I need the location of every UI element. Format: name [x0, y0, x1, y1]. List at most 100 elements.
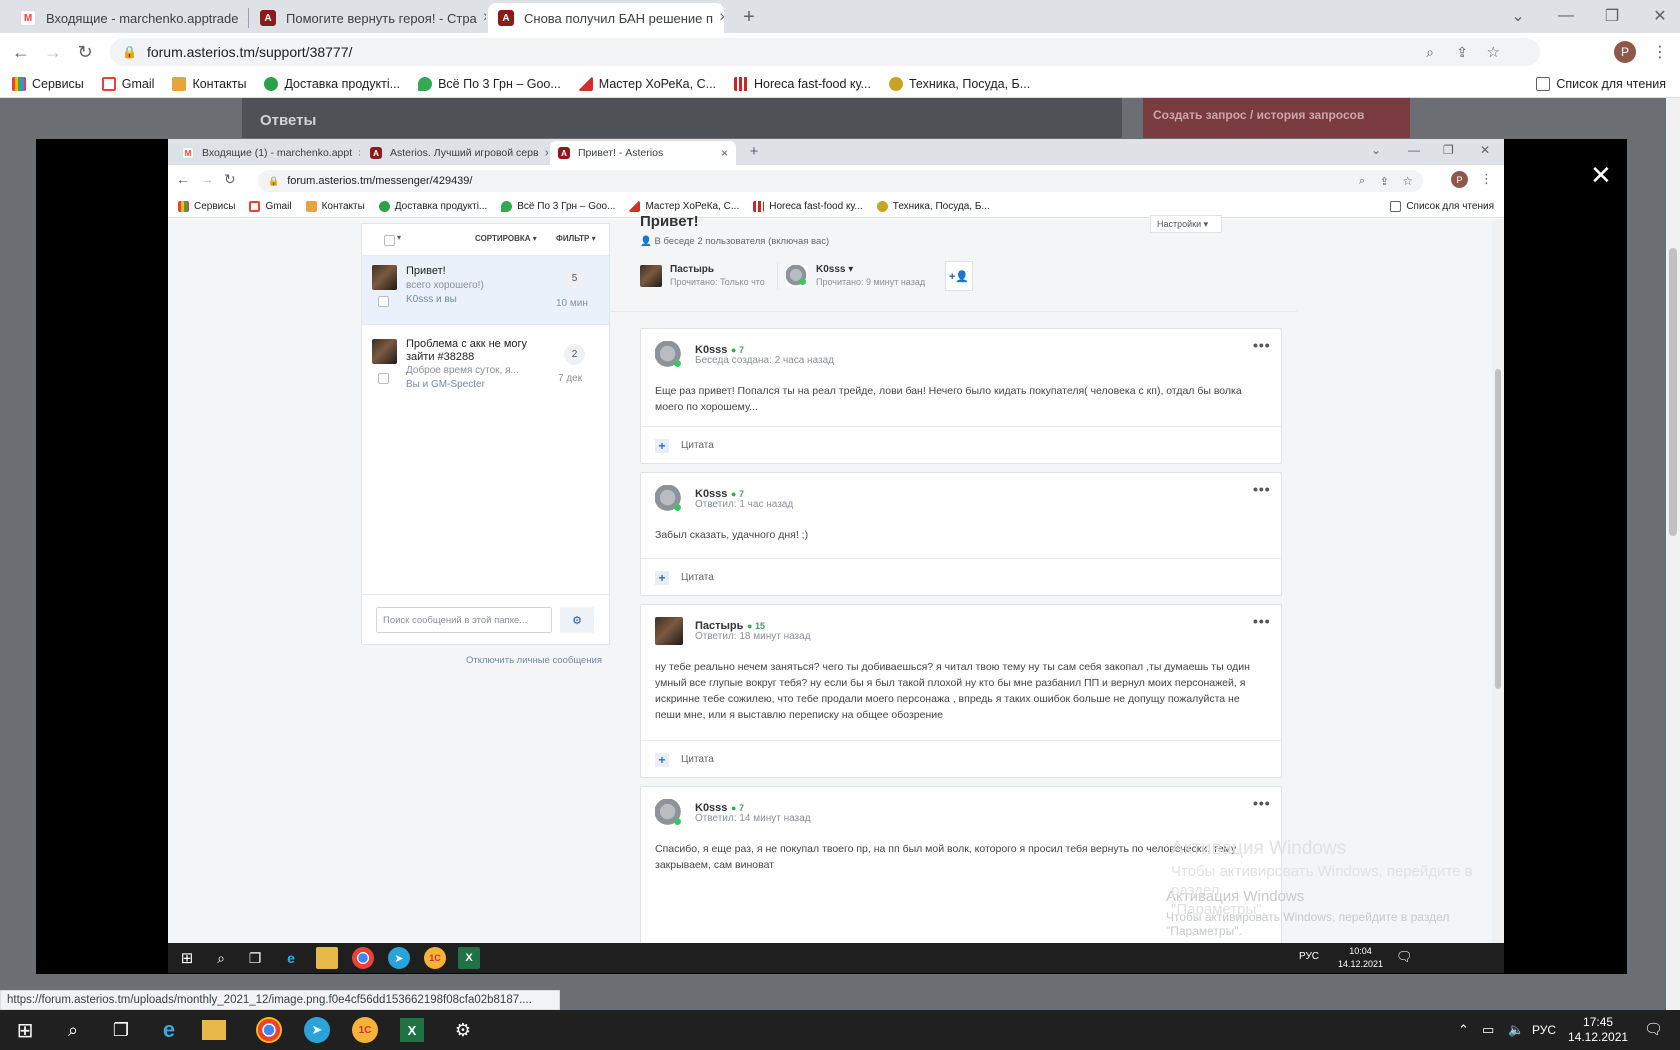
1c-icon: 1С — [424, 947, 446, 969]
reputation-badge: ● 7 — [731, 489, 744, 499]
conversation-title: Привет! — [406, 265, 446, 277]
bookmark-horeca-fastfood[interactable]: Horeca fast-food ку... — [734, 76, 871, 91]
search-icon[interactable]: ⌕ — [58, 1016, 88, 1044]
lock-icon: 🔒 — [122, 45, 137, 59]
zoom-icon[interactable]: ⌕ — [1426, 44, 1434, 61]
select-all-checkbox — [384, 235, 395, 246]
bookmark-maps[interactable]: Всё По 3 Грн – Goo... — [418, 76, 561, 91]
forward-icon: → — [200, 171, 214, 187]
avatar — [372, 265, 397, 290]
outer-tab-ban[interactable]: A Снова получил БАН решение п × — [488, 3, 724, 33]
excel-icon: X — [458, 947, 480, 969]
share-icon[interactable]: ⇪ — [1456, 44, 1468, 61]
inner-tab-privet: A Привет! - Asterios × — [550, 141, 736, 165]
reading-list-icon — [1390, 200, 1402, 212]
message-meta: Ответил: 1 час назад — [695, 499, 794, 510]
language-indicator[interactable]: РУС — [1532, 1023, 1556, 1037]
network-icon[interactable]: ▭ — [1482, 1022, 1494, 1038]
task-view-icon[interactable]: ❐ — [106, 1016, 136, 1044]
message-author: K0sss ● 7 — [695, 802, 744, 814]
restore-icon[interactable]: ❐ — [1602, 6, 1622, 26]
more-options-icon: ••• — [1253, 481, 1271, 497]
close-tab-icon[interactable]: × — [713, 9, 724, 27]
close-tab-icon[interactable]: × — [238, 9, 246, 27]
list-toolbar: ▾ СОРТИРОВКА ▾ ФИЛЬТР ▾ — [362, 224, 609, 256]
lock-icon: 🔒 — [268, 175, 280, 186]
filter-dropdown: ФИЛЬТР ▾ — [556, 234, 596, 243]
plus-icon: + — [655, 438, 669, 453]
minimize-icon: — — [1408, 143, 1420, 157]
telegram-icon[interactable]: ➤ — [304, 1017, 330, 1043]
outer-tab-help-hero[interactable]: A Помогите вернуть героя! - Стра × — [250, 3, 486, 33]
1c-icon[interactable]: 1С — [352, 1017, 378, 1043]
message-footer: + Цитата — [641, 740, 1281, 778]
support-request-button[interactable]: Создать запрос / история запросов — [1143, 98, 1410, 138]
message-card: K0sss ● 7 Беседа создана: 2 часа назад •… — [640, 328, 1282, 464]
notifications-icon: 🗨 — [1396, 949, 1413, 964]
page-scrollbar[interactable] — [1666, 98, 1680, 1010]
tray-chevron-icon[interactable]: ⌃ — [1458, 1022, 1469, 1038]
close-window-icon[interactable]: ✕ — [1650, 6, 1670, 26]
message-footer: + Цитата — [641, 558, 1281, 596]
minimize-icon[interactable]: — — [1556, 6, 1576, 26]
tab-search-chevron-icon[interactable]: ⌄ — [1508, 6, 1528, 26]
conversation-time: 10 мин — [556, 298, 588, 309]
reload-icon[interactable]: ↻ — [74, 41, 96, 63]
language-indicator: РУС — [1299, 951, 1320, 962]
message-text: Забыл сказать, удачного дня! ;) — [655, 529, 809, 541]
outer-address-bar[interactable]: 🔒 forum.asterios.tm/support/38777/ ⌕ ⇪ ☆ — [110, 38, 1540, 66]
reload-icon: ↻ — [224, 171, 236, 187]
inner-address-bar: 🔒 forum.asterios.tm/messenger/429439/ ⌕ … — [258, 170, 1423, 192]
outer-tab-gmail[interactable]: M Входящие - marchenko.apptrade × — [10, 3, 246, 33]
quote-button: Цитата — [681, 754, 714, 765]
status-url-tooltip: https://forum.asterios.tm/uploads/monthl… — [0, 990, 560, 1010]
back-icon[interactable]: ← — [10, 41, 32, 63]
avatar — [372, 339, 397, 364]
internet-explorer-icon[interactable]: e — [154, 1016, 184, 1044]
message-author: K0sss ● 7 — [695, 344, 744, 356]
bookmark-contacts: Контакты — [305, 200, 365, 212]
bookmark-gmail[interactable]: Gmail — [101, 76, 154, 91]
participant-name: K0sss ▾ — [816, 264, 854, 275]
new-tab-icon[interactable]: + — [738, 6, 760, 28]
bookmark-master-horeca[interactable]: Мастер ХоРеКа, С... — [578, 76, 716, 91]
clock[interactable]: 17:45 14.12.2021 — [1568, 1015, 1628, 1045]
reading-list-icon — [1536, 76, 1551, 91]
settings-gear-icon[interactable]: ⚙ — [448, 1016, 478, 1044]
excel-icon[interactable]: X — [400, 1018, 424, 1042]
close-tab-icon[interactable]: × — [477, 9, 486, 27]
contacts-icon — [305, 200, 317, 212]
reading-list[interactable]: Список для чтения — [1536, 76, 1666, 91]
conversation-participants: K0sss и вы — [406, 294, 457, 305]
file-explorer-icon[interactable] — [202, 1020, 226, 1040]
bookmark-technika[interactable]: Техника, Посуда, Б... — [888, 76, 1030, 91]
profile-avatar[interactable]: P — [1614, 41, 1636, 63]
menu-kebab-icon[interactable]: ⋮ — [1650, 40, 1670, 64]
outer-taskbar: ⊞ ⌕ ❐ e ➤ 1С X ⚙ ⌃ ▭ 🔈 РУС 17:45 14.12.20… — [0, 1010, 1680, 1050]
message-card: Пастырь ● 15 Ответил: 18 минут назад •••… — [640, 604, 1282, 778]
bookmark-horeca-fastfood: Horeca fast-food ку... — [753, 200, 863, 212]
forward-icon[interactable]: → — [42, 41, 64, 63]
reputation-badge: ● 7 — [731, 345, 744, 355]
tab-search-chevron-icon: ⌄ — [1371, 143, 1382, 157]
chrome-icon — [352, 947, 374, 969]
star-icon[interactable]: ☆ — [1487, 43, 1500, 61]
bookmark-delivery[interactable]: Доставка продукті... — [264, 76, 400, 91]
bookmark-services[interactable]: Сервисы — [12, 76, 84, 91]
bookmark-contacts[interactable]: Контакты — [172, 76, 246, 91]
participant-name: Пастырь — [670, 264, 715, 275]
volume-icon[interactable]: 🔈 — [1508, 1022, 1524, 1038]
message-author: Пастырь ● 15 — [695, 620, 765, 632]
inner-tab-gmail: M Входящие (1) - marchenko.appt × — [174, 141, 360, 165]
fastfood-icon — [734, 76, 749, 91]
windows-start-icon[interactable]: ⊞ — [10, 1016, 40, 1044]
answers-heading: Ответы — [260, 112, 317, 129]
conversation-time: 7 дек — [558, 373, 583, 384]
asterios-icon: A — [260, 10, 276, 26]
participant-read-status: Прочитано: 9 минут назад — [816, 277, 926, 287]
lightbox-close-icon[interactable]: ✕ — [1590, 160, 1612, 191]
notifications-icon[interactable]: 🗨 — [1644, 1020, 1663, 1038]
bookmark-master-horeca: Мастер ХоРеКа, С... — [629, 200, 739, 212]
chrome-icon[interactable] — [256, 1017, 282, 1043]
quote-button: Цитата — [681, 572, 714, 583]
